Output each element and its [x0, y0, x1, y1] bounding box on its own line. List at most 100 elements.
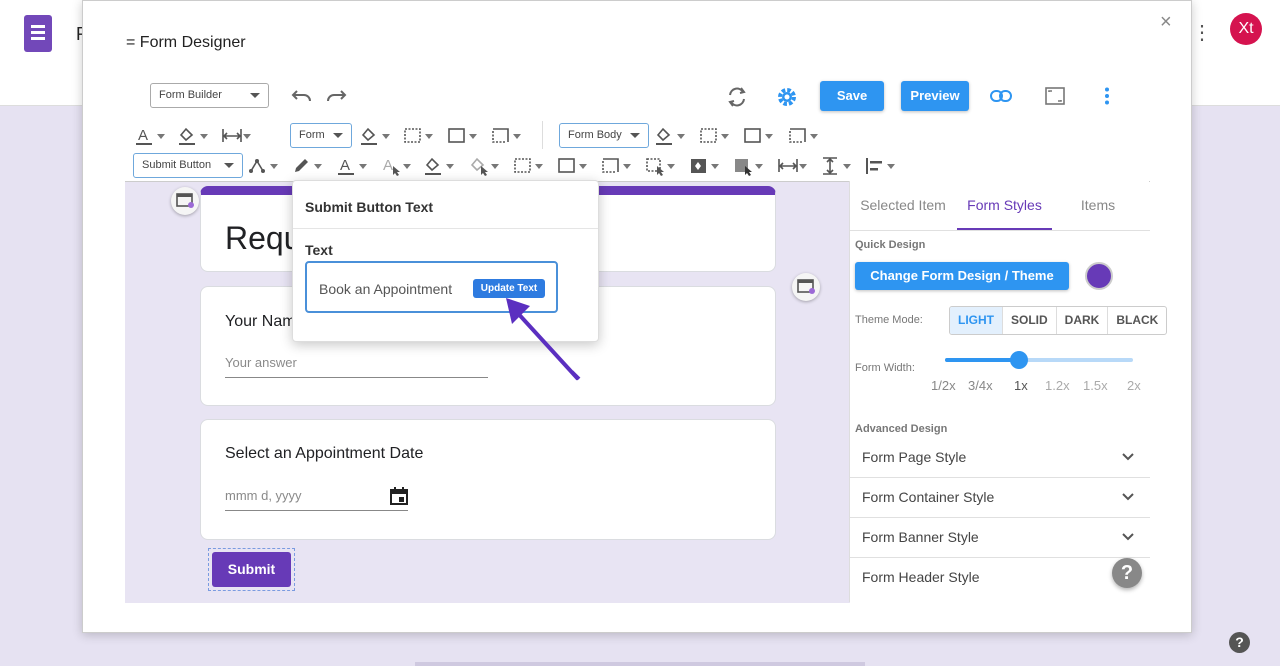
- tab-form-styles[interactable]: Form Styles: [957, 181, 1052, 230]
- theme-color-swatch[interactable]: [1085, 262, 1113, 290]
- change-theme-button[interactable]: Change Form Design / Theme: [855, 262, 1069, 290]
- tab-selected-item[interactable]: Selected Item: [850, 181, 956, 230]
- container-settings-icon[interactable]: [792, 273, 820, 301]
- submit-button-selection: Submit: [208, 548, 295, 591]
- close-icon[interactable]: ×: [1160, 11, 1172, 34]
- form-width-slider-fill: [945, 358, 1020, 362]
- width-tick: 3/4x: [968, 378, 993, 393]
- question-label: Select an Appointment Date: [225, 445, 424, 462]
- fullscreen-icon[interactable]: [1043, 85, 1067, 107]
- hover-shadow-icon[interactable]: [733, 155, 763, 177]
- form-style-select[interactable]: Form: [290, 123, 352, 148]
- padding-icon[interactable]: [403, 125, 433, 147]
- text-color-icon[interactable]: A: [337, 155, 367, 177]
- tab-items[interactable]: Items: [1052, 181, 1144, 230]
- accordion-label: Form Page Style: [862, 449, 967, 465]
- form-body-select-value: Form Body: [568, 129, 622, 141]
- svg-text:A: A: [138, 127, 148, 144]
- theme-mode-solid[interactable]: SOLID: [1003, 307, 1057, 334]
- page-settings-icon[interactable]: [171, 187, 199, 215]
- text-color-icon[interactable]: A: [135, 125, 165, 147]
- shadow-icon[interactable]: [689, 155, 719, 177]
- shape-icon[interactable]: [248, 155, 278, 177]
- form-body-select[interactable]: Form Body: [559, 123, 649, 148]
- question-label: Your Nam: [225, 313, 296, 330]
- element-select[interactable]: Submit Button: [133, 153, 243, 178]
- svg-text:A: A: [383, 157, 393, 174]
- accordion-label: Form Header Style: [862, 569, 980, 585]
- forms-logo-icon[interactable]: [24, 15, 52, 52]
- width-tick: 1.5x: [1083, 378, 1108, 393]
- form-width-slider-thumb[interactable]: [1010, 351, 1028, 369]
- fill-hover-color-icon[interactable]: [469, 155, 499, 177]
- theme-mode-toggle: LIGHT SOLID DARK BLACK: [949, 306, 1168, 335]
- help-icon[interactable]: ?: [1112, 558, 1142, 588]
- redo-icon[interactable]: [323, 86, 349, 106]
- padding-icon[interactable]: [699, 125, 729, 147]
- fill-color-icon[interactable]: [655, 125, 685, 147]
- width-tick: 1.2x: [1045, 378, 1070, 393]
- margin-icon[interactable]: [601, 155, 631, 177]
- form-width-label: Form Width:: [855, 362, 915, 374]
- fill-color-icon[interactable]: [360, 125, 390, 147]
- tabs-divider: [850, 230, 1150, 231]
- width-icon[interactable]: [221, 125, 251, 147]
- theme-mode-dark[interactable]: DARK: [1057, 307, 1109, 334]
- svg-text:A: A: [340, 157, 350, 174]
- accordion-form-page-style[interactable]: Form Page Style: [850, 438, 1150, 478]
- hover-border-icon[interactable]: [645, 155, 675, 177]
- margin-icon[interactable]: [491, 125, 521, 147]
- text-hover-color-icon[interactable]: A: [381, 155, 411, 177]
- fill-color-icon[interactable]: [178, 125, 208, 147]
- settings-gear-icon[interactable]: [775, 85, 799, 109]
- avatar[interactable]: Xt: [1230, 13, 1262, 45]
- form-style-select-value: Form: [299, 129, 325, 141]
- styles-panel: Selected Item Form Styles Items Quick De…: [849, 181, 1168, 602]
- question-card[interactable]: Select an Appointment Date mmm d, yyyy: [200, 419, 776, 540]
- height-icon[interactable]: [821, 155, 851, 177]
- help-icon[interactable]: ?: [1229, 632, 1250, 653]
- popup-field-label: Text: [305, 242, 333, 258]
- toolbar-divider: [542, 121, 543, 149]
- submit-button[interactable]: Submit: [212, 552, 291, 587]
- accordion-form-banner-style[interactable]: Form Banner Style: [850, 518, 1150, 558]
- sync-icon[interactable]: [725, 85, 749, 109]
- width-tick: 2x: [1127, 378, 1141, 393]
- width-icon[interactable]: [777, 155, 807, 177]
- link-icon[interactable]: [989, 85, 1013, 107]
- accordion-label: Form Banner Style: [862, 529, 979, 545]
- answer-input[interactable]: Your answer: [225, 355, 488, 378]
- calendar-icon[interactable]: [389, 486, 409, 511]
- width-tick: 1/2x: [931, 378, 956, 393]
- theme-mode-black[interactable]: BLACK: [1108, 307, 1166, 334]
- border-icon[interactable]: [447, 125, 477, 147]
- more-vert-icon[interactable]: [1097, 85, 1117, 107]
- border-icon[interactable]: [743, 125, 773, 147]
- chevron-down-icon: [1122, 533, 1134, 541]
- preview-button[interactable]: Preview: [901, 81, 969, 111]
- undo-icon[interactable]: [289, 86, 315, 106]
- popup-divider: [293, 228, 598, 229]
- save-button[interactable]: Save: [820, 81, 884, 111]
- margin-icon[interactable]: [788, 125, 818, 147]
- mode-select[interactable]: Form Builder: [150, 83, 269, 108]
- page-strip: [415, 662, 865, 666]
- accordion-form-container-style[interactable]: Form Container Style: [850, 478, 1150, 518]
- more-vert-icon[interactable]: ⋮: [1192, 20, 1212, 45]
- form-title: Requ: [225, 220, 302, 256]
- accordion-label: Form Container Style: [862, 489, 995, 505]
- accordion-form-header-style[interactable]: Form Header Style: [850, 558, 1150, 598]
- annotation-arrow: [506, 298, 580, 381]
- pencil-icon[interactable]: [292, 155, 322, 177]
- mode-select-value: Form Builder: [159, 89, 222, 101]
- fill-color-icon[interactable]: [424, 155, 454, 177]
- align-icon[interactable]: [865, 155, 895, 177]
- submit-text-value[interactable]: Book an Appointment: [319, 281, 452, 297]
- quick-design-heading: Quick Design: [855, 239, 926, 251]
- border-icon[interactable]: [557, 155, 587, 177]
- date-input[interactable]: mmm d, yyyy: [225, 488, 408, 511]
- theme-mode-light[interactable]: LIGHT: [950, 307, 1003, 334]
- element-select-value: Submit Button: [142, 159, 212, 171]
- chevron-down-icon: [1122, 453, 1134, 461]
- padding-icon[interactable]: [513, 155, 543, 177]
